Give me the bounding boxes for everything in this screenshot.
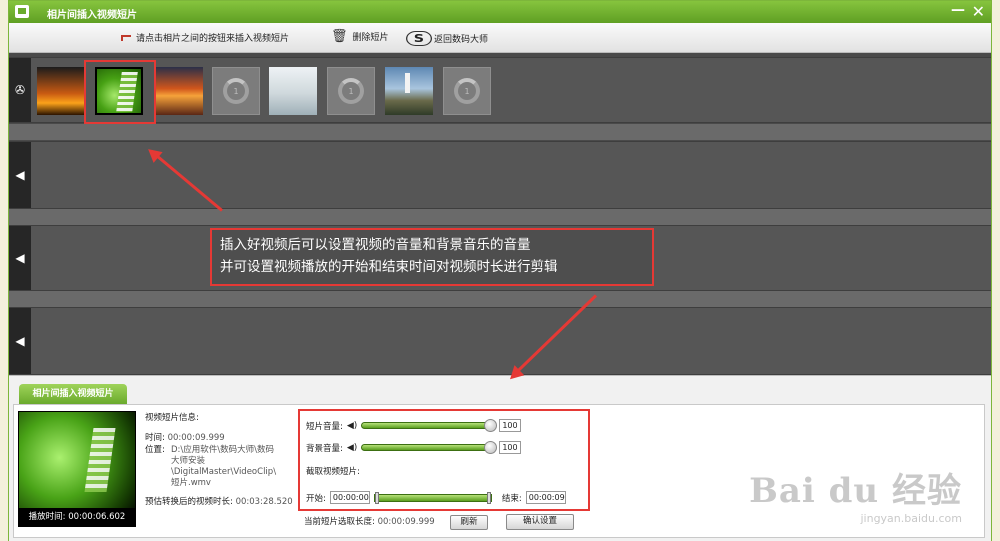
baidu-watermark: Bai du 经验 jingyan.baidu.com — [749, 463, 962, 525]
window-title: 相片间插入视频短片 — [47, 10, 137, 21]
baidu-url: jingyan.baidu.com — [860, 512, 962, 525]
selected-length-row: 当前短片选取长度: 00:00:09.999 — [304, 517, 435, 528]
clip-volume-slider[interactable] — [361, 419, 498, 432]
arrow-left-icon[interactable]: ◀ — [9, 308, 31, 374]
location-label: 位置: — [145, 445, 165, 455]
insert-placeholder[interactable]: 1 — [212, 67, 260, 115]
bg-volume-label: 背景音量: — [306, 443, 343, 454]
refresh-button[interactable]: 刷新 — [450, 515, 488, 530]
track-separator — [9, 291, 991, 307]
selected-clip-highlight — [84, 60, 156, 124]
insert-slot-icon: 1 — [338, 78, 364, 104]
tab-insert-video[interactable]: 相片间插入视频短片 — [19, 384, 127, 404]
preview-caption: 播放时间: 00:00:06.602 — [19, 508, 135, 526]
trim-range-slider[interactable] — [373, 491, 492, 504]
time-label: 时间: — [145, 433, 165, 443]
location-line: 短片.wmv — [171, 478, 211, 488]
annotation-line-2: 并可设置视频播放的开始和结束时间对视频时长进行剪辑 — [220, 259, 558, 275]
track-separator — [9, 209, 991, 225]
video-preview: 播放时间: 00:00:06.602 — [18, 411, 136, 527]
insert-placeholder[interactable]: 1 — [443, 67, 491, 115]
estimate-row: 预估转换后的视频时长: 00:03:28.520 — [145, 497, 293, 508]
clip-volume-row: 短片音量: ◀) 100 — [306, 419, 522, 432]
insert-hint: 请点击相片之间的按钮来插入视频短片 — [121, 31, 289, 44]
title-bar: 相片间插入视频短片 — ✕ — [9, 1, 991, 23]
insert-clip-icon — [121, 34, 131, 41]
volume-trim-box: 短片音量: ◀) 100 背景音量: ◀) 100 截取视频短片: 开始: 00… — [298, 409, 590, 511]
clip-settings-area: 相片间插入视频短片 播放时间: 00:00:06.602 视频短片信息: 时间:… — [9, 375, 991, 541]
insert-hint-text: 请点击相片之间的按钮来插入视频短片 — [136, 34, 290, 44]
music-track-3: ◀ — [9, 307, 991, 375]
clip-settings-panel: 播放时间: 00:00:06.602 视频短片信息: 时间: 00:00:09.… — [13, 404, 985, 538]
time-value: 00:00:09.999 — [167, 433, 225, 443]
clip-volume-input[interactable]: 100 — [499, 419, 522, 432]
minimize-button[interactable]: — — [951, 2, 965, 18]
slider-knob[interactable] — [484, 419, 498, 432]
delete-clip-label: 删除短片 — [352, 33, 389, 43]
track-separator — [9, 124, 991, 140]
clip-volume-label: 短片音量: — [306, 421, 343, 432]
photo-track: ✇ 1 1 1 — [9, 57, 991, 123]
location-value: D:\应用软件\数码大师\数码 大师安装 \DigitalMaster\Vide… — [171, 445, 276, 489]
app-logo-icon — [15, 5, 29, 18]
timeline: ✇ 1 1 1 ◀ ◀ ◀ — [9, 53, 991, 375]
location-line: \DigitalMaster\VideoClip\ — [171, 467, 277, 477]
annotation-line-1: 插入好视频后可以设置视频的音量和背景音乐的音量 — [220, 237, 531, 253]
baidu-logo: Bai du 经验 — [749, 471, 962, 511]
photo-lighthouse[interactable] — [385, 67, 433, 115]
trash-icon: 🗑 — [331, 29, 348, 44]
photo-sunset-sea[interactable] — [155, 67, 203, 115]
selected-length-value: 00:00:09.999 — [377, 517, 435, 527]
close-button[interactable]: ✕ — [972, 2, 985, 21]
cut-label: 截取视频短片: — [306, 467, 360, 477]
trim-start-handle[interactable] — [374, 491, 379, 504]
bg-volume-row: 背景音量: ◀) 100 — [306, 441, 522, 454]
toolbar: 请点击相片之间的按钮来插入视频短片 🗑 删除短片 S 返回数码大师 — [9, 23, 991, 53]
speaker-icon[interactable]: ◀) — [347, 443, 357, 453]
delete-clip-button[interactable]: 🗑 删除短片 — [331, 29, 389, 44]
estimate-value: 00:03:28.520 — [235, 497, 293, 507]
selected-length-label: 当前短片选取长度: — [304, 517, 375, 527]
photo-couple-sunset[interactable] — [37, 67, 85, 115]
info-title: 视频短片信息: — [145, 413, 199, 423]
reel-icon[interactable]: ✇ — [9, 58, 31, 122]
bg-volume-input[interactable]: 100 — [499, 441, 522, 454]
arrow-left-icon[interactable]: ◀ — [9, 142, 31, 208]
annotation-callout: 插入好视频后可以设置视频的音量和背景音乐的音量 并可设置视频播放的开始和结束时间… — [210, 228, 654, 286]
end-time-input[interactable]: 00:00:09 — [525, 491, 566, 504]
start-time-input[interactable]: 00:00:00 — [329, 491, 370, 504]
start-label: 开始: — [306, 493, 326, 504]
back-label: 返回数码大师 — [433, 35, 488, 45]
end-label: 结束: — [501, 493, 522, 504]
photo-snowy-rocks[interactable] — [269, 67, 317, 115]
back-to-master-button[interactable]: S 返回数码大师 — [406, 31, 488, 46]
slider-knob[interactable] — [484, 441, 498, 454]
insert-slot-icon: 1 — [223, 78, 249, 104]
speaker-icon[interactable]: ◀) — [347, 421, 357, 431]
trim-row: 开始: 00:00:00 结束: 00:00:09 — [306, 491, 566, 504]
bg-volume-slider[interactable] — [361, 441, 498, 454]
trim-end-handle[interactable] — [486, 491, 491, 504]
confirm-settings-button[interactable]: 确认设置 — [506, 514, 574, 530]
time-row: 时间: 00:00:09.999 — [145, 433, 225, 444]
location-line: D:\应用软件\数码大师\数码 — [171, 445, 275, 455]
arrow-left-icon[interactable]: ◀ — [9, 226, 31, 290]
location-line: 大师安装 — [171, 456, 206, 466]
back-logo-icon: S — [406, 31, 432, 46]
insert-placeholder[interactable]: 1 — [327, 67, 375, 115]
estimate-label: 预估转换后的视频时长: — [145, 497, 233, 507]
insert-slot-icon: 1 — [454, 78, 480, 104]
